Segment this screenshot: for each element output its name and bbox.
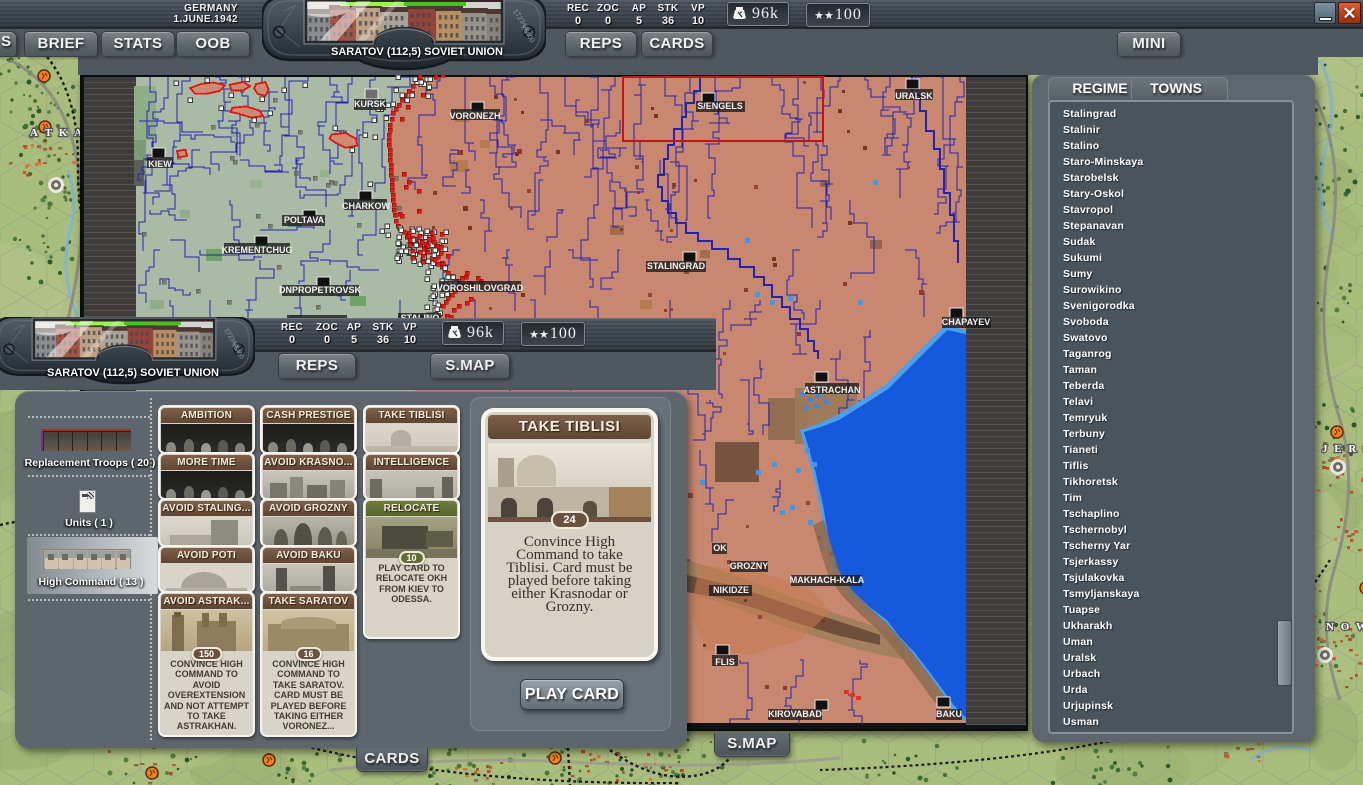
svg-text:CHARKOW: CHARKOW: [342, 201, 390, 211]
svg-text:NIKIDZE: NIKIDZE: [713, 585, 749, 595]
svg-text:GROZNY: GROZNY: [730, 561, 769, 571]
svg-text:URALSK: URALSK: [895, 91, 933, 101]
svg-text:CHAPAYEV: CHAPAYEV: [942, 317, 991, 327]
svg-text:J E R S C: J E R S C: [1322, 443, 1363, 455]
svg-text:ASTRACHAN: ASTRACHAN: [804, 385, 861, 395]
svg-text:N O W O U: N O W O U: [1326, 621, 1363, 633]
svg-text:POLTAVA: POLTAVA: [284, 215, 325, 225]
svg-text:S/ENGELS: S/ENGELS: [697, 101, 743, 111]
svg-text:STALINGRAD: STALINGRAD: [647, 261, 706, 271]
svg-text:KIROVABAD: KIROVABAD: [768, 709, 822, 719]
svg-text:VOROSHILOVGRAD: VOROSHILOVGRAD: [437, 283, 524, 293]
svg-text:BAKU: BAKU: [936, 709, 962, 719]
svg-text:VORONEZH: VORONEZH: [449, 111, 500, 121]
svg-text:KURSK: KURSK: [354, 99, 387, 109]
svg-text:A T K A: A T K A: [30, 127, 84, 139]
svg-text:FLIS: FLIS: [715, 657, 735, 667]
svg-text:KREMENTCHUG: KREMENTCHUG: [222, 245, 293, 255]
svg-text:OK: OK: [713, 543, 727, 553]
svg-text:KIEW: KIEW: [148, 159, 172, 169]
svg-text:MAKHACH-KALA: MAKHACH-KALA: [790, 575, 865, 585]
svg-text:DNPROPETROVSK: DNPROPETROVSK: [279, 285, 362, 295]
